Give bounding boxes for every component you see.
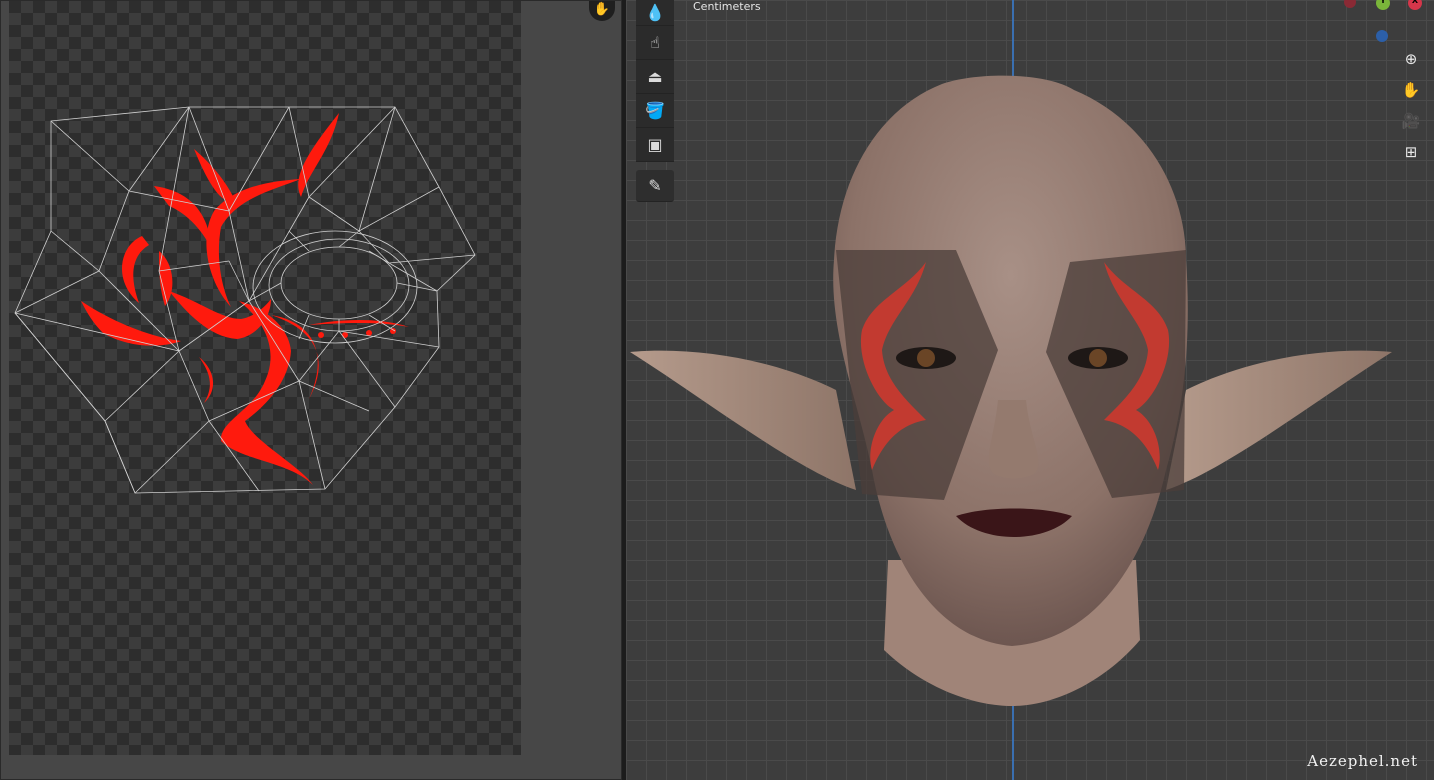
smear-icon[interactable]: ☝ [636, 26, 674, 60]
drop-icon[interactable]: 💧 [636, 0, 674, 26]
tool-shelf: 💧 ☝ ⏏ 🪣 ▣ ✎ [636, 0, 674, 202]
fill-bucket-icon[interactable]: 🪣 [636, 94, 674, 128]
grid-glyph: ⊞ [1404, 143, 1418, 161]
3d-viewport[interactable]: Centimeters 💧 ☝ ⏏ 🪣 ▣ ✎ Y X ⊕ ✋ 🎥 ⊞ Aeze… [626, 0, 1434, 780]
camera-glyph: 🎥 [1401, 112, 1421, 130]
units-label: Centimeters [693, 0, 761, 13]
tool-glyph: ✎ [648, 176, 662, 195]
uv-editor-panel: ✋ [0, 0, 622, 780]
tattoo-texture [81, 113, 409, 485]
elf-head-model [630, 75, 1392, 706]
tool-glyph: 🪣 [645, 101, 665, 120]
hand-icon[interactable]: ✋ [589, 1, 615, 21]
navigation-controls: ⊕ ✋ 🎥 ⊞ [1398, 46, 1424, 170]
tool-glyph: 💧 [645, 3, 665, 22]
camera-icon[interactable]: 🎥 [1398, 108, 1424, 134]
pan-glyph: ✋ [1401, 81, 1421, 99]
uv-mesh-overlay [14, 106, 476, 494]
left-ear [630, 350, 856, 490]
mask-icon[interactable]: ▣ [636, 128, 674, 162]
gizmo-z-neg-dot[interactable] [1376, 30, 1388, 42]
clone-stamp-icon[interactable]: ⏏ [636, 60, 674, 94]
tool-glyph: ▣ [647, 135, 663, 154]
annotate-icon[interactable]: ✎ [636, 170, 674, 202]
right-ear [1166, 350, 1392, 490]
tool-glyph: ☝ [650, 33, 660, 52]
zoom-glyph: ⊕ [1404, 50, 1418, 68]
uv-texture-canvas[interactable] [9, 1, 521, 755]
grid-icon[interactable]: ⊞ [1398, 139, 1424, 165]
zoom-icon[interactable]: ⊕ [1398, 46, 1424, 72]
tool-glyph: ⏏ [647, 67, 663, 86]
pan-hand-icon[interactable]: ✋ [1398, 77, 1424, 103]
watermark: Aezephel.net [1307, 752, 1418, 770]
